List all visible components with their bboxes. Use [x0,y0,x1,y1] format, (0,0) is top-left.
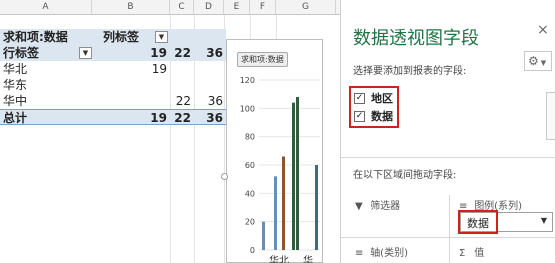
column-header-bar: A B C D E F G [0,0,345,15]
spreadsheet-area: A B C D E F G 求和项:数据 列标签 ▼ 行标签 ▼ 19 22 3… [0,0,345,263]
row-filter-dropdown[interactable]: ▼ [79,47,92,59]
x-axis-label: 华 [303,254,313,263]
table-cell[interactable]: 36 [194,45,226,61]
table-cell[interactable] [194,77,226,93]
drag-fields-label: 在以下区域间拖动字段: [353,170,457,181]
pivot-chart[interactable]: 求和项:数据 120 100 80 60 40 20 0 华北华 [226,39,323,263]
row-label[interactable]: 华东 [3,77,91,93]
values-area-label: 值 [474,248,485,259]
chevron-down-icon: ▼ [158,33,165,41]
y-tick-label: 40 [245,189,255,198]
row-labels-header[interactable]: 行标签 [3,45,73,61]
table-cell[interactable] [92,77,170,93]
gear-icon[interactable]: ⚙ ▼ [524,51,552,71]
table-cell[interactable]: 36 [194,93,226,109]
column-header-c[interactable]: C [170,0,194,15]
table-cell[interactable] [92,93,170,109]
chart-bar[interactable] [262,221,265,250]
table-cell[interactable] [170,61,194,77]
filters-area-header: ▼ 筛选器 [355,197,400,212]
pivot-value-field-label[interactable]: 求和项:数据 [3,29,93,45]
sigma-icon: Σ [459,248,466,259]
y-tick-label: 20 [245,218,255,227]
chart-bar[interactable] [315,165,318,250]
chart-resize-handle[interactable] [221,173,228,180]
highlight-box [349,86,399,128]
grand-total-label[interactable]: 总计 [3,110,91,126]
axis-area-header: ≡ 轴(类别) [355,244,408,259]
chart-plot: 120 100 80 60 40 20 0 华北 华 [240,76,320,263]
y-tick-label: 100 [240,104,255,113]
pivot-chart-fields-pane: 数据透视图字段 × 选择要添加到报表的字段: ⚙ ▼ ✓ 地区 ✓ 数据 在以下区… [340,0,555,263]
table-cell[interactable]: 19 [92,45,170,61]
table-cell[interactable]: 22 [170,45,194,61]
table-cell[interactable]: 19 [92,61,170,77]
choose-fields-label: 选择要添加到报表的字段: [353,66,467,77]
y-tick-label: 120 [240,76,255,85]
pivot-row-labels-row: 行标签 ▼ 19 22 36 [0,45,226,61]
field-list-scrollbar[interactable] [546,92,555,140]
chevron-down-icon: ▼ [82,49,89,57]
column-header-g[interactable]: G [276,0,336,15]
row-label[interactable]: 华北 [3,61,91,77]
grand-total-row: 总计 19 22 36 [0,109,226,125]
divider [341,157,555,158]
filters-area-label: 筛选器 [370,201,401,212]
y-tick-label: 80 [245,133,255,142]
table-cell[interactable]: 19 [92,110,170,126]
values-area-header: Σ 值 [459,244,484,259]
chart-bar[interactable] [296,97,299,250]
column-header-e[interactable]: E [224,0,250,15]
close-icon[interactable]: × [537,22,549,38]
pivot-header-row: 求和项:数据 列标签 ▼ [0,29,226,45]
highlight-box [458,210,498,234]
divider [341,237,555,238]
divider [449,195,450,263]
column-labels-header[interactable]: 列标签 [103,29,159,45]
table-cell[interactable]: 22 [170,110,194,126]
pane-title: 数据透视图字段 [353,28,479,49]
column-header-b[interactable]: B [92,0,170,15]
table-cell[interactable]: 36 [194,110,226,126]
table-cell[interactable] [194,61,226,77]
chart-bar[interactable] [292,102,295,250]
table-cell[interactable] [170,77,194,93]
x-axis-label: 华北 [269,254,289,263]
column-header-f[interactable]: F [250,0,276,15]
chart-bar[interactable] [282,156,285,251]
filter-icon: ▼ [355,201,363,212]
y-tick-label: 60 [245,161,255,170]
axis-icon: ≡ [355,248,364,259]
column-filter-dropdown[interactable]: ▼ [155,31,168,43]
chevron-down-icon[interactable]: ▼ [541,216,547,225]
column-header-a[interactable]: A [0,0,92,15]
table-cell[interactable]: 22 [170,93,194,109]
axis-area-label: 轴(类别) [370,248,408,259]
column-header-d[interactable]: D [194,0,224,15]
chart-bar[interactable] [274,176,277,250]
y-tick-label: 0 [250,246,255,255]
row-label[interactable]: 华中 [3,93,91,109]
